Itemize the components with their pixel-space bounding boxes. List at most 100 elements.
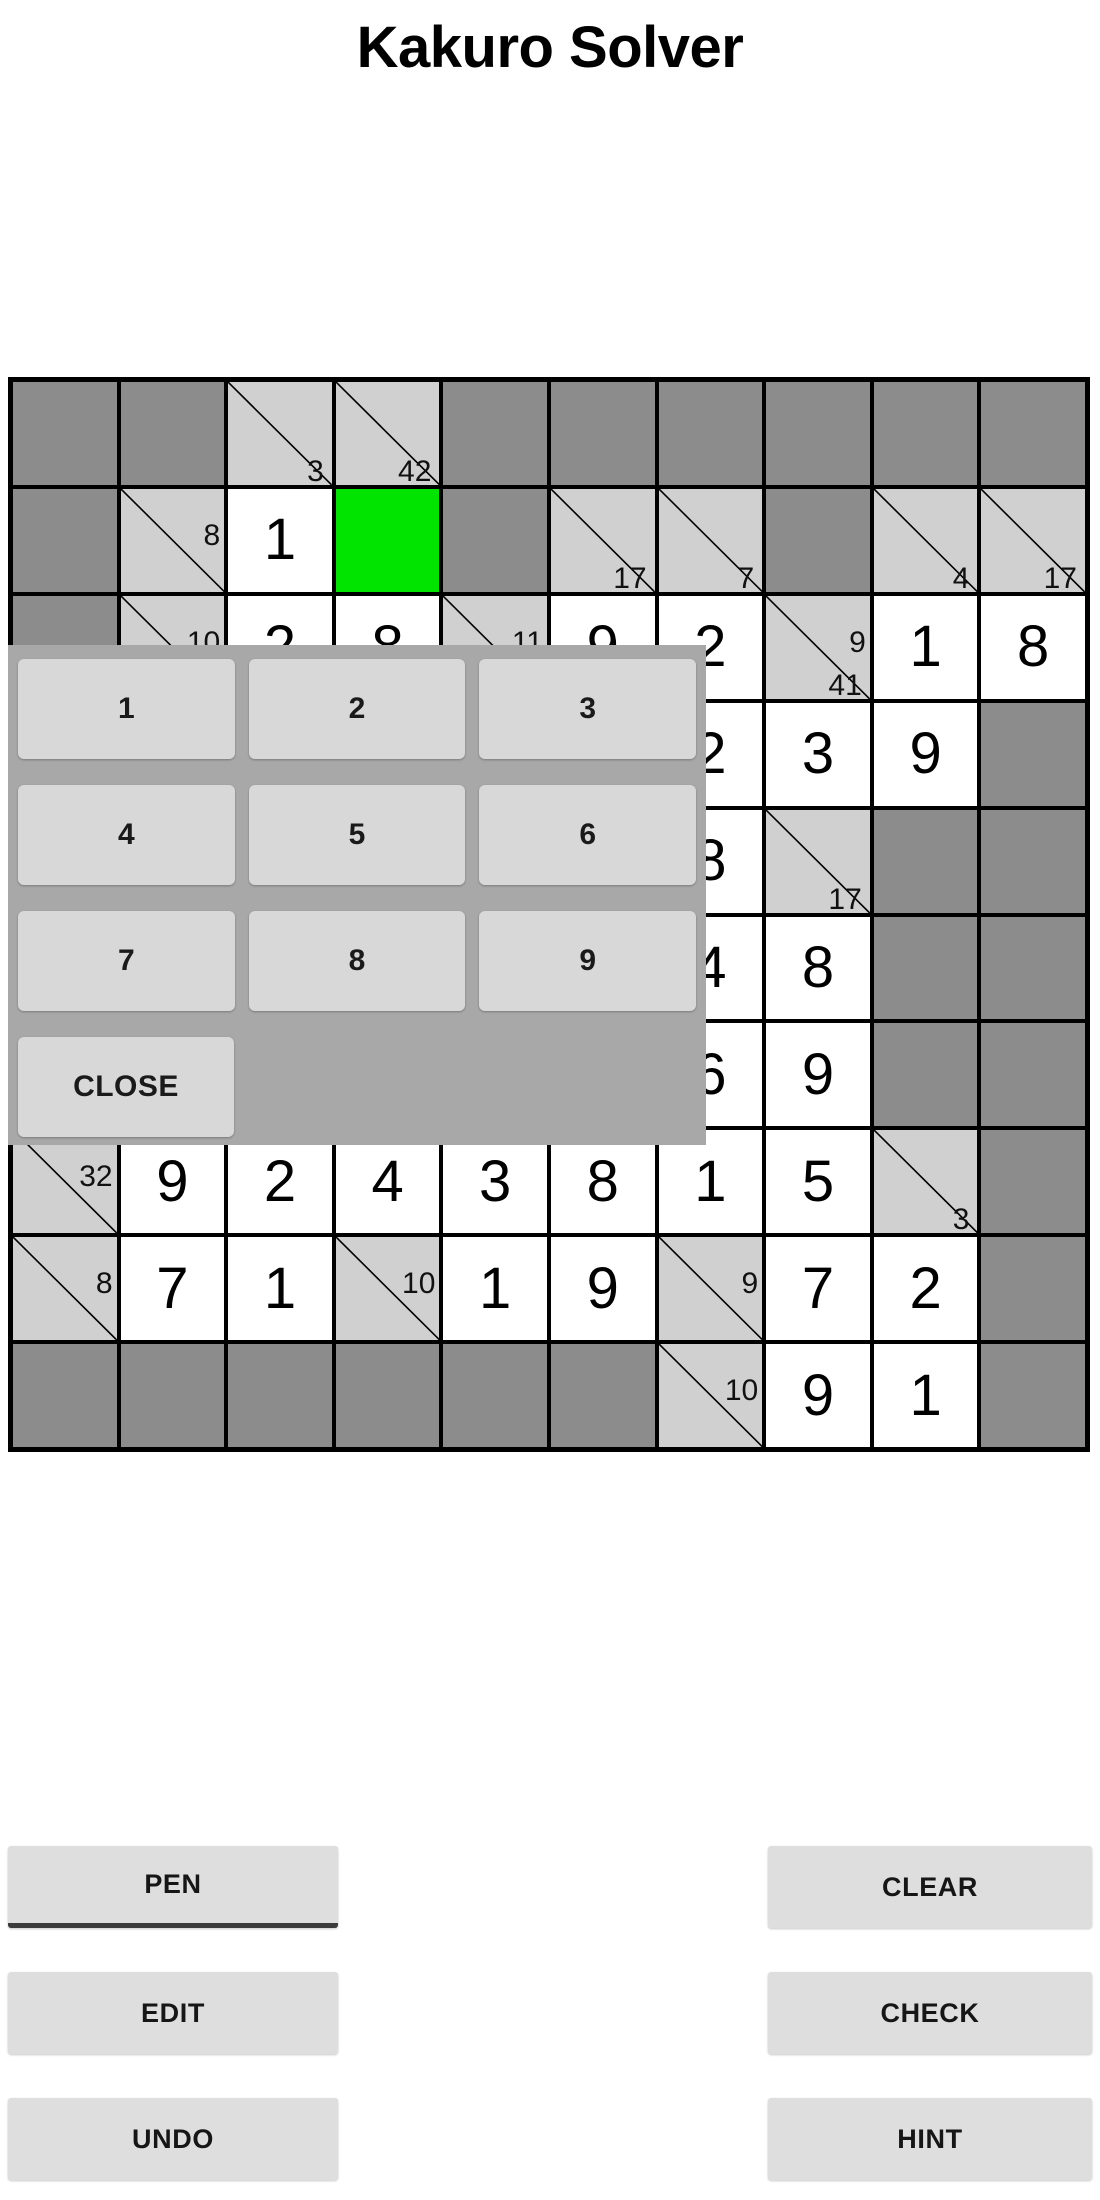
grid-cell-entry[interactable]: 4 xyxy=(335,1130,440,1234)
grid-cell-entry[interactable]: 8 xyxy=(981,595,1085,699)
grid-cell-blocked xyxy=(873,916,978,1020)
clue-down-value: 4 xyxy=(952,561,970,592)
grid-cell-blocked xyxy=(13,1344,117,1447)
grid-cell-entry[interactable]: 1 xyxy=(228,1237,332,1341)
grid-cell-blocked xyxy=(981,916,1085,1020)
grid-cell-entry[interactable]: 1 xyxy=(228,488,332,592)
clue-across-value: 10 xyxy=(402,1267,436,1301)
cell-value: 3 xyxy=(801,721,835,787)
grid-cell-clue: 17 xyxy=(981,488,1085,592)
clue-down-value: 17 xyxy=(613,561,647,592)
grid-cell-entry[interactable]: 3 xyxy=(766,702,870,806)
cell-value: 7 xyxy=(156,1255,189,1321)
undo-button[interactable]: UNDO xyxy=(8,2098,338,2180)
grid-cell-entry[interactable]: 3 xyxy=(443,1130,547,1234)
grid-cell-entry[interactable]: 9 xyxy=(120,1130,225,1234)
grid-cell-entry[interactable]: 7 xyxy=(766,1237,870,1341)
number-keypad-popup[interactable]: 123 456 789 CLOSE xyxy=(8,645,706,1145)
keypad-digit-1[interactable]: 1 xyxy=(18,659,235,759)
grid-cell-entry[interactable]: 9 xyxy=(550,1237,655,1341)
grid-cell-entry[interactable]: 8 xyxy=(550,1130,655,1234)
cell-value: 9 xyxy=(156,1148,189,1214)
cell-value: 7 xyxy=(801,1255,835,1321)
grid-cell-blocked xyxy=(13,488,117,592)
grid-cell-blocked xyxy=(550,1344,655,1447)
clue-down-value: 42 xyxy=(398,454,432,485)
grid-cell-entry[interactable]: 1 xyxy=(873,595,978,699)
pen-button[interactable]: PEN xyxy=(8,1846,338,1928)
grid-cell-entry[interactable]: 5 xyxy=(766,1130,870,1234)
grid-cell-clue: 41 9 xyxy=(766,595,870,699)
grid-cell-blocked xyxy=(766,382,870,485)
grid-cell-blocked xyxy=(873,382,978,485)
grid-cell-clue: 3 xyxy=(873,1130,978,1234)
clue-down-value: 41 xyxy=(828,668,862,699)
cell-value: 1 xyxy=(694,1148,727,1214)
grid-cell-clue: 7 xyxy=(658,488,763,592)
clue-across-value: 10 xyxy=(724,1374,759,1408)
grid-cell-entry[interactable]: 2 xyxy=(228,1130,332,1234)
grid-cell-blocked xyxy=(766,488,870,592)
keypad-close-button[interactable]: CLOSE xyxy=(18,1037,234,1137)
cell-value: 3 xyxy=(479,1148,512,1214)
grid-cell-blocked xyxy=(13,382,117,485)
clear-button[interactable]: CLEAR xyxy=(768,1846,1092,1928)
cell-value: 9 xyxy=(801,1041,835,1107)
cell-value: 8 xyxy=(1017,614,1050,680)
grid-cell-clue: 4 xyxy=(873,488,978,592)
grid-cell-blocked xyxy=(335,1344,440,1447)
grid-cell-entry[interactable]: 7 xyxy=(120,1237,225,1341)
grid-cell-entry[interactable]: 9 xyxy=(766,1023,870,1127)
page-title: Kakuro Solver xyxy=(356,15,744,80)
grid-cell-blocked xyxy=(873,1023,978,1127)
hint-button[interactable]: HINT xyxy=(768,2098,1092,2180)
grid-cell-clue: 10 xyxy=(335,1237,440,1341)
grid-cell-selected[interactable] xyxy=(335,488,440,592)
keypad-digit-grid[interactable]: 123 456 789 xyxy=(18,659,696,1011)
grid-cell-blocked xyxy=(120,382,225,485)
cell-value: 2 xyxy=(263,1148,297,1214)
left-action-column: PEN EDIT UNDO xyxy=(8,1846,338,2200)
clue-across-value: 9 xyxy=(849,625,866,659)
cell-value: 8 xyxy=(801,934,835,1000)
cell-value: 4 xyxy=(371,1148,404,1214)
cell-value: 1 xyxy=(263,1255,297,1321)
clue-across-value: 8 xyxy=(203,518,221,552)
cell-value: 8 xyxy=(586,1148,619,1214)
keypad-digit-9[interactable]: 9 xyxy=(479,911,696,1011)
check-button[interactable]: CHECK xyxy=(768,1972,1092,2054)
grid-cell-clue: 32 xyxy=(13,1130,117,1234)
grid-cell-entry[interactable]: 8 xyxy=(766,916,870,1020)
grid-cell-clue: 10 xyxy=(658,1344,763,1447)
grid-cell-clue: 17 xyxy=(550,488,655,592)
grid-cell-entry[interactable]: 2 xyxy=(873,1237,978,1341)
clue-down-value: 7 xyxy=(737,561,755,592)
grid-cell-clue: 42 xyxy=(335,382,440,485)
grid-cell-entry[interactable]: 9 xyxy=(873,702,978,806)
keypad-digit-4[interactable]: 4 xyxy=(18,785,235,885)
keypad-digit-5[interactable]: 5 xyxy=(248,785,466,885)
clue-down-value: 3 xyxy=(307,454,324,485)
grid-cell-entry[interactable]: 9 xyxy=(766,1344,870,1447)
grid-cell-blocked xyxy=(443,382,547,485)
grid-cell-blocked xyxy=(443,488,547,592)
keypad-digit-3[interactable]: 3 xyxy=(479,659,696,759)
grid-cell-blocked xyxy=(981,809,1085,913)
cell-value: 1 xyxy=(909,614,942,680)
grid-cell-blocked xyxy=(120,1344,225,1447)
keypad-digit-8[interactable]: 8 xyxy=(248,911,466,1011)
cell-value: 1 xyxy=(909,1362,942,1428)
cell-value: 9 xyxy=(586,1255,619,1321)
grid-cell-entry[interactable]: 1 xyxy=(658,1130,763,1234)
grid-cell-entry[interactable]: 1 xyxy=(443,1237,547,1341)
keypad-digit-6[interactable]: 6 xyxy=(479,785,696,885)
grid-cell-entry[interactable]: 1 xyxy=(873,1344,978,1447)
grid-cell-blocked xyxy=(550,382,655,485)
grid-cell-clue: 8 xyxy=(13,1237,117,1341)
keypad-digit-7[interactable]: 7 xyxy=(18,911,235,1011)
grid-cell-clue: 9 xyxy=(658,1237,763,1341)
edit-button[interactable]: EDIT xyxy=(8,1972,338,2054)
keypad-digit-2[interactable]: 2 xyxy=(248,659,466,759)
grid-cell-clue: 8 xyxy=(120,488,225,592)
grid-cell-blocked xyxy=(981,382,1085,485)
